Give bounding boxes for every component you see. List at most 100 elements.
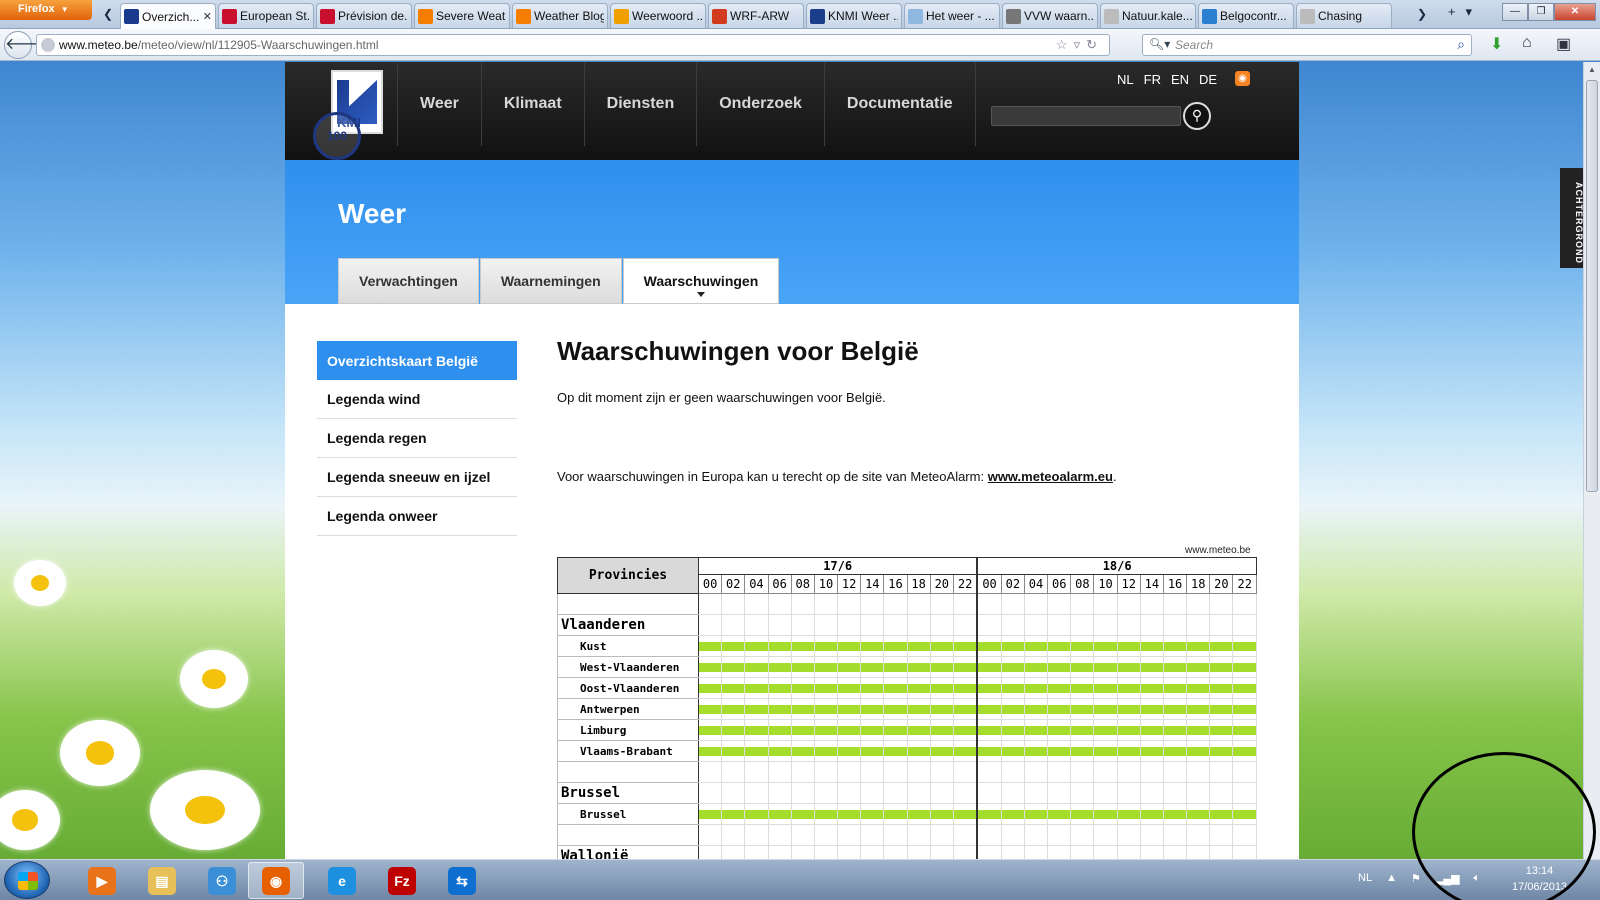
tab-verwachtingen[interactable]: Verwachtingen [338,258,479,304]
search-go-icon[interactable]: ⌕ [1457,36,1465,53]
browser-tab[interactable]: Weather Blog [512,3,608,28]
tab-scroll-right-icon[interactable]: ❯ [1412,4,1432,26]
nav-item-documentatie[interactable]: Documentatie [825,62,976,146]
time-cell [1186,845,1211,859]
close-tab-icon[interactable]: ✕ [203,10,212,23]
warning-level-bar [1048,684,1071,693]
warning-level-bar [699,684,722,693]
language-en[interactable]: EN [1171,72,1189,87]
warning-level-bar [1163,663,1187,672]
time-cell [860,782,885,804]
warning-level-bar [1071,726,1094,735]
browser-tab[interactable]: Prévision de... [316,3,412,28]
sidebar-item[interactable]: Legenda regen [317,419,517,458]
minimize-icon[interactable]: — [1502,3,1528,21]
province-label: Vlaams-Brabant [557,740,699,762]
taskbar-internet-explorer[interactable]: e [314,862,370,899]
bookmark-star-icon[interactable]: ☆ [1056,37,1074,52]
firefox-menu-button[interactable]: Firefox ▼ [0,0,92,20]
browser-tab[interactable]: VVW waarn... [1002,3,1098,28]
warning-level-bar [1163,747,1187,756]
input-language[interactable]: NL [1358,872,1372,885]
new-tab-icon[interactable]: + [1448,4,1456,20]
scrollbar-thumb[interactable] [1586,80,1598,492]
tab-waarnemingen[interactable]: Waarnemingen [479,258,622,304]
time-cell [837,824,862,846]
addon-bar-icon[interactable]: ▣ [1556,34,1571,54]
sidebar-item[interactable]: Legenda wind [317,380,517,419]
show-hidden-icons-icon[interactable]: ▲ [1386,872,1397,885]
action-center-flag-icon[interactable]: ⚑ [1411,872,1421,885]
sidebar-item[interactable]: Overzichtskaart België [317,341,517,380]
warning-level-bar [907,705,930,714]
nav-item-diensten[interactable]: Diensten [585,62,698,146]
rss-icon[interactable]: ◉ [1235,71,1250,86]
warning-level-bar [1163,684,1187,693]
time-cell [1070,719,1095,741]
sidebar-item[interactable]: Legenda sneeuw en ijzel [317,458,517,497]
close-window-icon[interactable]: ✕ [1554,3,1596,21]
browser-tab[interactable]: Chasing [1296,3,1392,28]
site-search-input[interactable] [991,106,1181,126]
warning-level-bar [1210,705,1233,714]
background-side-tab[interactable]: ACHTERGROND [1560,168,1584,268]
search-bar[interactable]: 🔍︎▾ Search ⌕ [1142,34,1472,56]
time-cell [813,656,839,678]
language-de[interactable]: DE [1199,72,1217,87]
browser-tab[interactable]: WRF-ARW [708,3,804,28]
tab-list-icon[interactable]: ▾ [1465,4,1472,20]
nav-item-weer[interactable]: Weer [397,62,482,146]
browser-tab[interactable]: European St... [218,3,314,28]
browser-tab[interactable]: Belgocontr... [1198,3,1294,28]
browser-tab[interactable]: Het weer - ... [904,3,1000,28]
sidebar-item[interactable]: Legenda onweer [317,497,517,536]
taskbar-filezilla[interactable]: Fz [374,862,430,899]
time-cell [744,803,769,825]
browser-tab[interactable]: KNMI Weer ... [806,3,902,28]
restore-icon[interactable]: ❐ [1528,3,1554,21]
meteoalarm-link[interactable]: www.meteoalarm.eu [988,469,1113,484]
url-bar[interactable]: www.meteo.be/meteo/view/nl/112905-Waarsc… [36,34,1110,56]
time-cell [697,656,723,678]
warning-level-bar [1024,747,1048,756]
time-cell [906,803,931,825]
k-favicon-icon [320,8,335,24]
taskbar-teamviewer[interactable]: ⇆ [434,862,490,899]
history-dropdown-icon[interactable]: ▿ [1074,37,1087,52]
tab-waarschuwingen[interactable]: Waarschuwingen [622,258,780,304]
home-icon[interactable]: ⌂ [1522,34,1532,52]
warning-level-bar [838,747,861,756]
page-scrollbar[interactable]: ▲ [1583,62,1600,859]
site-identity-icon[interactable] [41,38,55,52]
nav-item-klimaat[interactable]: Klimaat [482,62,585,146]
browser-tab[interactable]: Weerwoord ... [610,3,706,28]
taskbar-firefox[interactable]: ◉ [248,862,304,899]
nav-item-onderzoek[interactable]: Onderzoek [697,62,825,146]
warning-level-bar [1210,663,1233,672]
site-search-button[interactable]: ⚲ [1183,102,1211,130]
language-nl[interactable]: NL [1117,72,1134,87]
language-fr[interactable]: FR [1144,72,1161,87]
taskbar-media-player[interactable]: ▶ [74,862,130,899]
warning-level-bar [930,726,953,735]
tab-scroll-left-icon[interactable]: ❮ [98,4,118,26]
browser-tab[interactable]: Severe Weat... [414,3,510,28]
scroll-up-icon[interactable]: ▲ [1584,62,1600,78]
start-button[interactable] [4,861,50,899]
browser-tab[interactable]: Natuur.kale... [1100,3,1196,28]
time-cell [1209,656,1234,678]
search-engine-icon[interactable]: 🔍︎▾ [1149,37,1170,51]
time-cell [1047,845,1072,859]
time-cell [976,719,1002,741]
taskbar-network[interactable]: ⚇ [194,862,250,899]
time-cell [860,698,885,720]
warning-level-bar [861,810,884,819]
browser-tab-title: Belgocontr... [1220,9,1287,23]
reload-icon[interactable]: ↻ [1086,37,1103,52]
download-icon[interactable]: ⬇ [1490,34,1503,54]
k-favicon-icon [222,8,237,24]
browser-tab[interactable]: Overzich... ✕ [120,3,216,29]
centenary-seal: 100 [313,112,361,160]
back-button[interactable]: 🡐 [4,31,48,59]
taskbar-explorer[interactable]: ▤ [134,862,190,899]
